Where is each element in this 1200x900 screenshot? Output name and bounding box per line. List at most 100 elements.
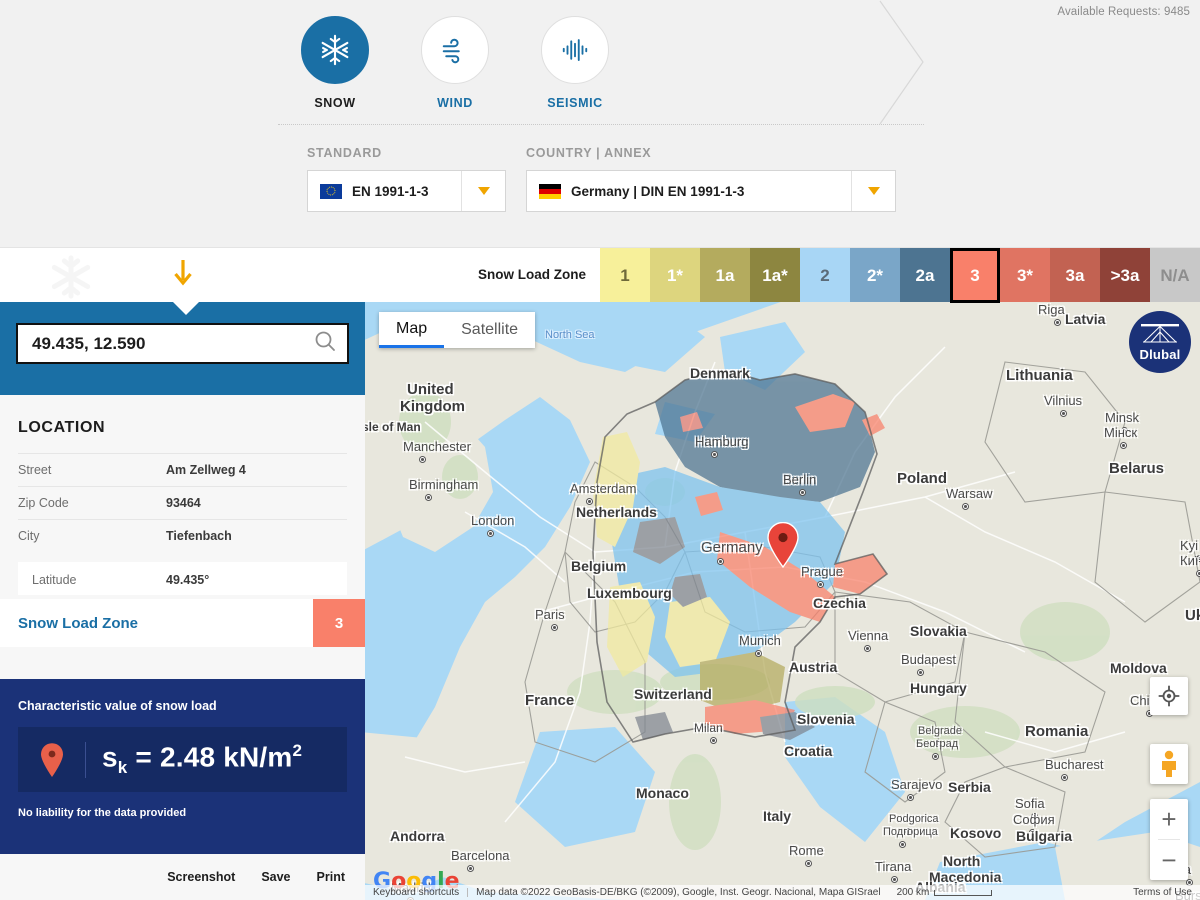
- map-panel[interactable]: Map Satellite Dlubal: [365, 302, 1200, 900]
- map-basemap: [365, 302, 1200, 900]
- hazard-type-list: SNOW WIND: [295, 16, 615, 110]
- zoom-in-button[interactable]: +: [1150, 799, 1188, 839]
- wind-icon: [440, 35, 470, 65]
- city-dot-icon: [1196, 570, 1200, 577]
- location-row-value: Tiefenbach: [166, 529, 232, 543]
- zone-swatch-2a[interactable]: 2a: [900, 248, 950, 303]
- zone-swatch-label: 1*: [667, 266, 683, 286]
- legend-title: Snow Load Zone: [478, 267, 586, 282]
- search-input[interactable]: [32, 334, 313, 354]
- formula-equals: =: [127, 741, 160, 772]
- city-dot-icon: [586, 498, 593, 505]
- city-dot-icon: [899, 841, 906, 848]
- down-arrow-icon: [172, 260, 194, 295]
- action-links: Screenshot Save Print: [0, 854, 365, 900]
- search-field[interactable]: [16, 323, 349, 364]
- location-row: StreetAm Zellweg 4: [18, 453, 347, 486]
- location-row-value: 49.435°: [166, 573, 209, 587]
- zone-swatch-1a[interactable]: 1a*: [750, 248, 800, 303]
- liability-note: No liability for the data provided: [18, 807, 347, 819]
- hazard-type-bar: SNOW WIND: [0, 0, 1200, 125]
- street-view-pegman[interactable]: [1150, 744, 1188, 784]
- location-row-value: 93464: [166, 496, 201, 510]
- standard-dropdown-arrow[interactable]: [461, 171, 505, 211]
- info-sidebar: LOCATION StreetAm Zellweg 4Zip Code93464…: [0, 302, 365, 900]
- my-location-button[interactable]: [1150, 677, 1188, 715]
- city-dot-icon: [717, 558, 724, 565]
- location-marker-pin[interactable]: [766, 522, 800, 573]
- zone-swatch-2[interactable]: 2*: [850, 248, 900, 303]
- zone-swatch-list: 1 1* 1a 1a*22* 2a 33*3a>3aN/A: [600, 248, 1200, 303]
- snow-load-zone-app: SNOW WIND: [0, 0, 1200, 900]
- city-dot-icon: [419, 456, 426, 463]
- hazard-tab-seismic[interactable]: SEISMIC: [535, 16, 615, 110]
- map-type-control: Map Satellite: [379, 312, 535, 348]
- country-value: Germany | DIN EN 1991-1-3: [571, 184, 744, 199]
- country-label: COUNTRY | ANNEX: [526, 146, 896, 160]
- location-row: Latitude49.435°: [32, 562, 347, 595]
- city-dot-icon: [962, 503, 969, 510]
- search-icon[interactable]: [313, 329, 337, 358]
- country-select-value-area[interactable]: Germany | DIN EN 1991-1-3: [527, 184, 851, 199]
- dlubal-logo[interactable]: Dlubal: [1129, 311, 1191, 373]
- city-dot-icon: [934, 740, 941, 747]
- city-dot-icon: [917, 669, 924, 676]
- city-dot-icon: [799, 489, 806, 496]
- zone-swatch-label: 1: [620, 266, 629, 286]
- snow-load-zone-legend: Snow Load Zone 1 1* 1a 1a*22* 2a 33*3a>3aN/A: [0, 247, 1200, 302]
- standard-select-value-area[interactable]: EN 1991-1-3: [308, 184, 461, 199]
- snow-load-zone-row-label: Snow Load Zone: [0, 615, 313, 632]
- city-dot-icon: [817, 581, 824, 588]
- zone-swatch-3[interactable]: 3: [950, 248, 1000, 303]
- zone-swatch-1[interactable]: 1: [600, 248, 650, 303]
- formula-value: 2.48: [160, 741, 215, 772]
- map-scale-label: 200 km: [897, 887, 930, 898]
- wind-circle: [421, 16, 489, 84]
- formula-symbol: s: [102, 741, 118, 772]
- crosshair-icon: [1158, 685, 1180, 707]
- map-attribution-bar: Keyboard shortcuts Map data ©2022 GeoBas…: [365, 885, 1200, 900]
- zone-swatch-label: 2a: [916, 266, 935, 286]
- zone-swatch-3a[interactable]: 3a: [1050, 248, 1100, 303]
- hazard-tab-wind[interactable]: WIND: [415, 16, 495, 110]
- screenshot-button[interactable]: Screenshot: [167, 870, 235, 884]
- zoom-out-button[interactable]: −: [1150, 840, 1188, 880]
- map-type-map-button[interactable]: Map: [379, 312, 444, 348]
- terms-of-use-link[interactable]: Terms of Use: [1125, 887, 1200, 898]
- standard-value: EN 1991-1-3: [352, 184, 429, 199]
- hazard-tab-snow[interactable]: SNOW: [295, 16, 375, 110]
- coordinates-table: Latitude49.435°: [18, 562, 347, 595]
- city-dot-icon: [905, 828, 912, 835]
- city-dot-icon: [864, 645, 871, 652]
- city-dot-icon: [551, 624, 558, 631]
- country-selector-group: COUNTRY | ANNEX Germany | DIN EN 1991-1-…: [526, 146, 896, 212]
- city-dot-icon: [1120, 442, 1127, 449]
- standard-country-selectors: STANDARD EN 1991-1-3 COUNTRY | ANNEX Ger…: [0, 146, 1200, 246]
- city-dot-icon: [1060, 410, 1067, 417]
- standard-select[interactable]: EN 1991-1-3: [307, 170, 506, 212]
- zone-swatch-1[interactable]: 1*: [650, 248, 700, 303]
- location-row-key: Latitude: [32, 573, 166, 587]
- city-dot-icon: [1054, 319, 1061, 326]
- save-button[interactable]: Save: [261, 870, 290, 884]
- print-button[interactable]: Print: [317, 870, 345, 884]
- keyboard-shortcuts-link[interactable]: Keyboard shortcuts: [365, 887, 467, 898]
- country-select[interactable]: Germany | DIN EN 1991-1-3: [526, 170, 896, 212]
- city-dot-icon: [891, 876, 898, 883]
- city-dot-icon: [467, 865, 474, 872]
- map-type-satellite-button[interactable]: Satellite: [444, 312, 535, 348]
- scale-line-icon: [934, 890, 992, 896]
- hazard-tab-seismic-label: SEISMIC: [535, 96, 615, 110]
- zone-swatch-NA[interactable]: N/A: [1150, 248, 1200, 303]
- country-dropdown-arrow[interactable]: [851, 171, 895, 211]
- zone-swatch-label: 1a: [716, 266, 735, 286]
- pegman-icon: [1158, 750, 1180, 778]
- location-row-key: Zip Code: [18, 496, 166, 510]
- seismic-waveform-icon: [560, 35, 590, 65]
- zone-swatch-3[interactable]: 3*: [1000, 248, 1050, 303]
- city-dot-icon: [711, 451, 718, 458]
- zone-swatch-2[interactable]: 2: [800, 248, 850, 303]
- zone-swatch-1a[interactable]: 1a: [700, 248, 750, 303]
- zone-swatch-3a[interactable]: >3a: [1100, 248, 1150, 303]
- chevron-down-icon: [478, 187, 490, 195]
